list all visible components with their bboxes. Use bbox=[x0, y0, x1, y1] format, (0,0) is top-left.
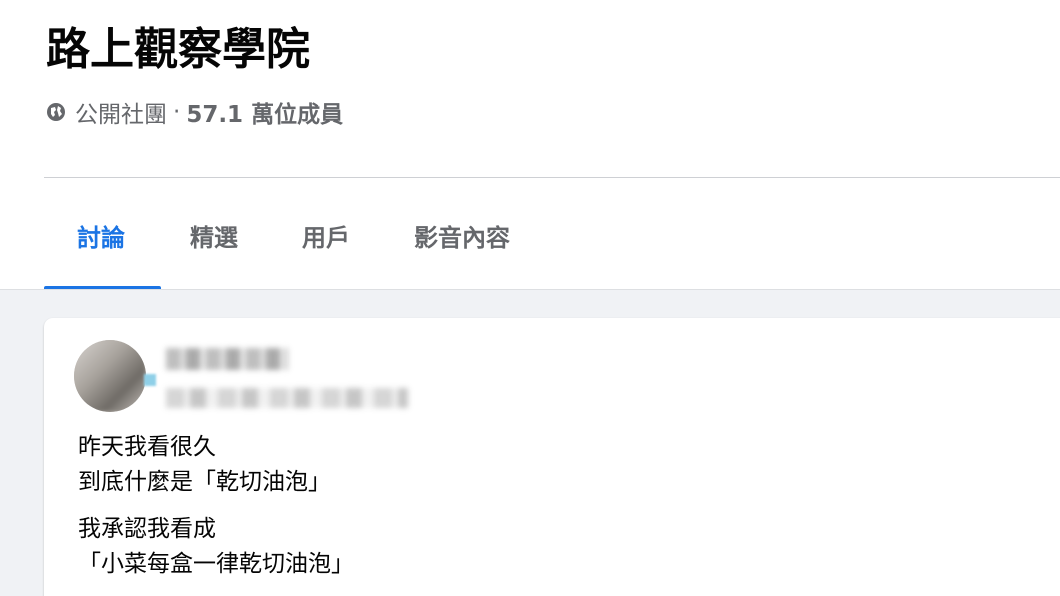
globe-icon bbox=[46, 102, 66, 122]
group-page: 路上觀察學院 公開社團 · 57.1 萬位成員 討論 精選 用戶 影音內容 昨天… bbox=[0, 0, 1060, 596]
tab-label: 討論 bbox=[77, 223, 125, 252]
post-timestamp-redacted[interactable] bbox=[166, 388, 408, 408]
tab-discussion[interactable]: 討論 bbox=[44, 180, 161, 290]
avatar[interactable] bbox=[74, 340, 146, 412]
post-line: 「小菜每盒一律乾切油泡」 bbox=[78, 551, 354, 577]
member-count[interactable]: 57.1 萬位成員 bbox=[186, 95, 343, 129]
post-line: 我承認我看成 bbox=[78, 516, 216, 542]
tab-label: 用戶 bbox=[302, 223, 350, 252]
avatar-image-blurred bbox=[74, 340, 146, 412]
post-paragraph: 我承認我看成 「小菜每盒一律乾切油泡」 bbox=[78, 512, 354, 582]
author-name-redacted[interactable] bbox=[166, 348, 288, 370]
tab-media[interactable]: 影音內容 bbox=[381, 180, 541, 290]
privacy-label[interactable]: 公開社團 bbox=[75, 95, 167, 129]
post-line: 到底什麼是「乾切油泡」 bbox=[78, 469, 331, 495]
group-meta: 公開社團 · 57.1 萬位成員 bbox=[46, 96, 343, 128]
group-header: 路上觀察學院 公開社團 · 57.1 萬位成員 討論 精選 用戶 影音內容 bbox=[0, 0, 1060, 290]
header-divider bbox=[44, 177, 1060, 178]
group-name[interactable]: 路上觀察學院 bbox=[46, 18, 310, 82]
avatar-badge bbox=[144, 374, 156, 386]
group-tabs: 討論 精選 用戶 影音內容 bbox=[44, 180, 541, 290]
post-card: 昨天我看很久 到底什麼是「乾切油泡」 我承認我看成 「小菜每盒一律乾切油泡」 bbox=[44, 318, 1060, 596]
post-text: 昨天我看很久 到底什麼是「乾切油泡」 我承認我看成 「小菜每盒一律乾切油泡」 bbox=[78, 430, 354, 594]
tab-label: 精選 bbox=[190, 223, 238, 252]
tab-label: 影音內容 bbox=[414, 223, 510, 252]
post-paragraph: 昨天我看很久 到底什麼是「乾切油泡」 bbox=[78, 430, 354, 500]
tab-members[interactable]: 用戶 bbox=[269, 180, 381, 290]
meta-separator: · bbox=[173, 99, 181, 125]
tab-featured[interactable]: 精選 bbox=[161, 180, 269, 290]
post-line: 昨天我看很久 bbox=[78, 434, 216, 460]
